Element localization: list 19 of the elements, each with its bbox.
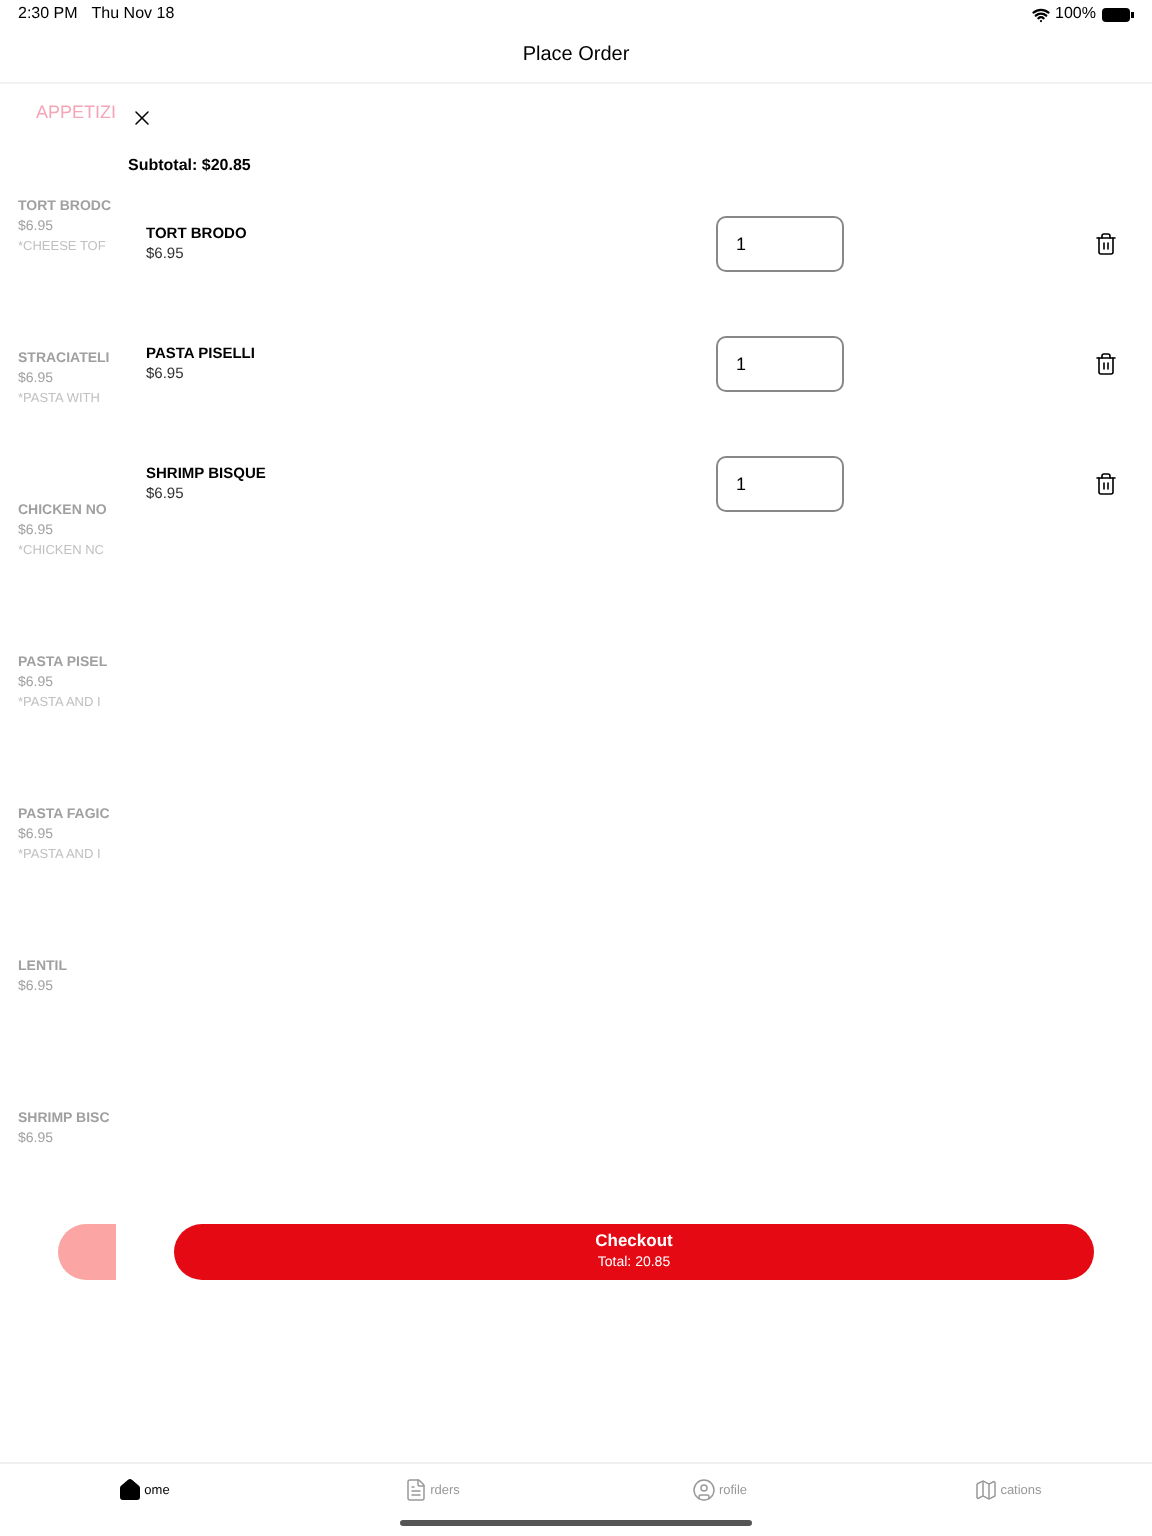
status-date: Thu Nov 18 (91, 2, 175, 26)
category-tab[interactable]: APPETIZI (36, 100, 116, 127)
subtotal: Subtotal: $20.85 (128, 154, 253, 178)
close-icon[interactable] (130, 106, 154, 130)
trash-icon[interactable] (1094, 232, 1118, 256)
trash-icon[interactable] (1094, 352, 1118, 376)
status-time: 2:30 PM (18, 2, 78, 26)
orders-icon (404, 1478, 429, 1502)
locations-icon (974, 1478, 999, 1502)
trash-icon[interactable] (1094, 472, 1118, 496)
quantity-field[interactable]: 1 (716, 336, 844, 392)
quantity-field[interactable]: 1 (716, 216, 844, 272)
wifi-icon (1031, 5, 1050, 23)
page-title: Place Order (522, 42, 630, 70)
battery-icon (1102, 7, 1134, 21)
home-icon (118, 1478, 143, 1502)
battery-percent: 100% (1055, 2, 1096, 26)
quantity-field[interactable]: 1 (716, 456, 844, 512)
profile-icon (692, 1478, 717, 1502)
